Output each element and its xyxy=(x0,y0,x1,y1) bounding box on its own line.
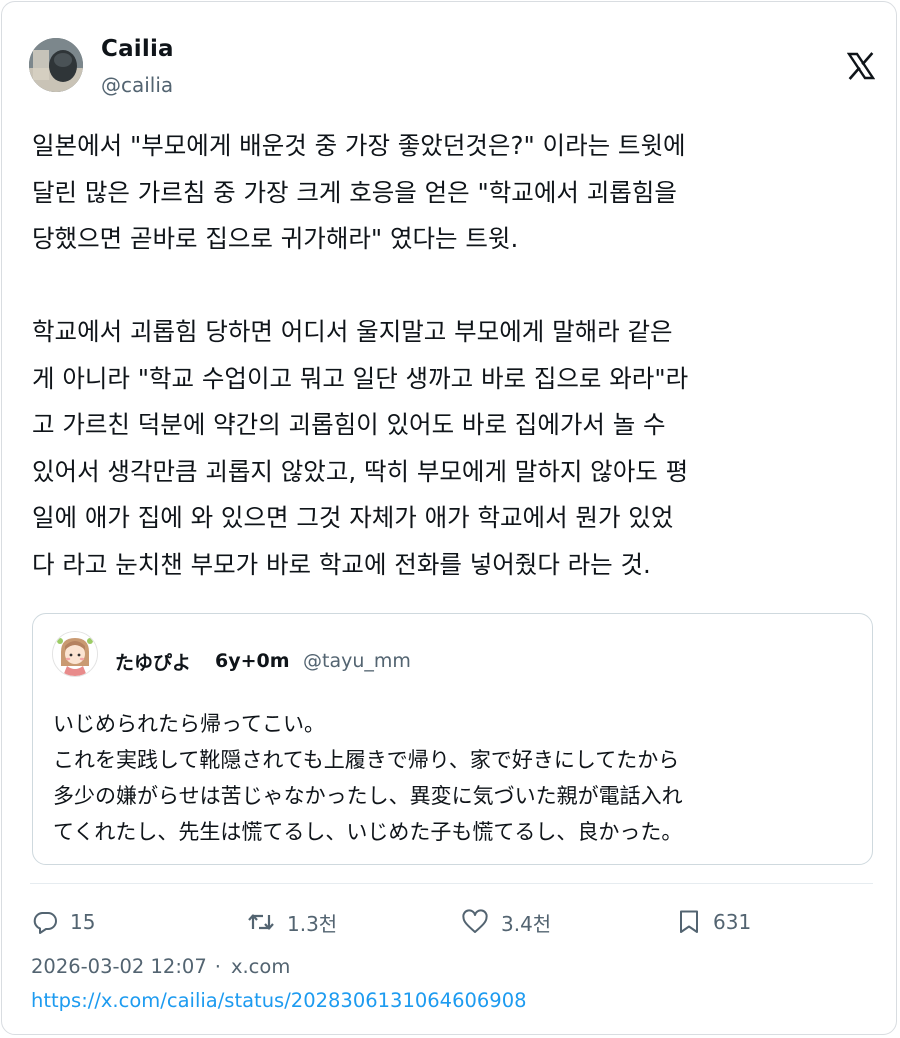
tweet-meta: 2026-03-02 12:07 · x.com xyxy=(31,955,290,978)
author-handle[interactable]: @cailia xyxy=(101,73,173,97)
bookmark-count: 631 xyxy=(713,910,752,934)
tweet-text: 일본에서 "부모에게 배운것 중 가장 좋았던것은?" 이라는 트윗에 달린 많… xyxy=(32,131,689,579)
bookmark-icon xyxy=(677,909,713,935)
meta-separator: · xyxy=(214,955,221,978)
quoted-author-name[interactable]: たゆぴよ xyxy=(115,648,191,675)
retweet-count: 1.3천 xyxy=(287,911,338,936)
quoted-author-handle[interactable]: @tayu_mm xyxy=(303,650,411,672)
author-avatar[interactable] xyxy=(29,38,83,92)
tweet-card: Cailia @cailia 일본에서 "부모에게 배운것 중 가장 좋았던것은… xyxy=(1,1,897,1035)
x-logo-icon[interactable] xyxy=(846,52,876,80)
reply-count: 15 xyxy=(70,910,96,934)
divider xyxy=(30,883,873,884)
quoted-tweet-text: いじめられたら帰ってこい。 これを実践して靴隠されても上履きで帰り、家で好きにし… xyxy=(53,712,683,844)
status-url-link[interactable]: https://x.com/cailia/status/202830613106… xyxy=(31,989,527,1012)
quoted-tweet-age: 6y+0m xyxy=(215,650,290,672)
bookmark-button[interactable]: 631 xyxy=(677,904,751,940)
tweet-datetime[interactable]: 2026-03-02 12:07 xyxy=(31,955,207,978)
author-name[interactable]: Cailia xyxy=(101,36,174,62)
like-count: 3.4천 xyxy=(501,911,552,936)
tweet-source[interactable]: x.com xyxy=(231,955,290,978)
heart-icon xyxy=(461,909,501,935)
reply-icon xyxy=(32,909,70,935)
like-button[interactable]: 3.4천 xyxy=(461,904,551,940)
reply-button[interactable]: 15 xyxy=(32,904,95,940)
retweet-icon xyxy=(247,909,287,935)
quoted-author-avatar[interactable] xyxy=(52,631,98,677)
quoted-tweet[interactable]: たゆぴよ 6y+0m @tayu_mm いじめられたら帰ってこい。 これを実践し… xyxy=(32,613,873,865)
retweet-button[interactable]: 1.3천 xyxy=(247,904,337,940)
